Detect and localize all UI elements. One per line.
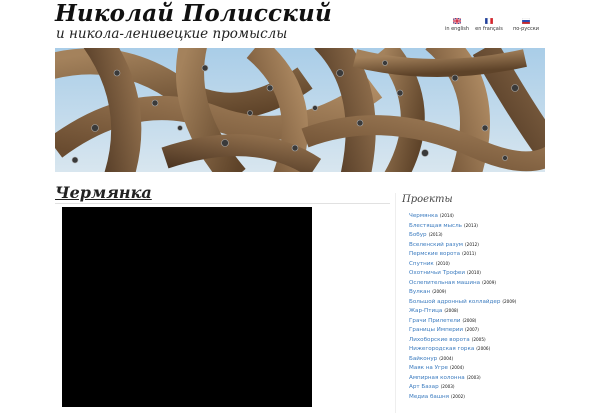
list-item: Лихоборские ворота (2005) — [409, 331, 516, 343]
list-item: Вселенский разум (2012) — [409, 236, 516, 248]
lang-russian-link[interactable]: по-русски — [505, 18, 547, 32]
wooden-sculpture-photo — [55, 48, 545, 172]
project-year: (2011) — [462, 251, 477, 256]
site-title[interactable]: Николай Полисский — [55, 0, 332, 27]
video-player[interactable] — [62, 207, 312, 407]
list-item: Грачи Прилетели (2008) — [409, 312, 516, 324]
list-item: Чермянка (2014) — [409, 207, 516, 219]
list-item: Ампирная колонна (2003) — [409, 369, 516, 381]
project-link[interactable]: Медиа башня — [409, 394, 449, 400]
title-divider — [55, 203, 390, 204]
site-subtitle: и никола-ленивецкие промыслы — [56, 26, 288, 42]
lang-french-label[interactable]: en français — [468, 26, 510, 32]
project-year: (2006) — [476, 346, 491, 351]
list-item: Медиа башня (2002) — [409, 388, 516, 400]
projects-sidebar: Проекты Чермянка (2014) Блестящая мысль (20… — [395, 193, 546, 413]
project-year: (2009) — [502, 298, 517, 304]
list-item: Маяк на Угре (2004) — [409, 359, 516, 371]
list-item: Бобур (2013) — [409, 226, 516, 238]
project-year: (2013) — [463, 222, 478, 228]
project-year: (2009) — [482, 279, 497, 285]
list-item: Большой адронный коллайдер (2009) — [409, 293, 517, 305]
list-item: Границы Империи (2007) — [409, 321, 516, 333]
list-item: Пермские ворота (2011) — [409, 245, 516, 257]
list-item: Ослепительная машина (2009) — [409, 274, 516, 286]
flag-fr-icon — [485, 18, 493, 24]
flag-uk-icon — [453, 18, 461, 24]
list-item: Охотничьи Трофеи (2010) — [409, 264, 516, 276]
project-year: (2003) — [466, 374, 481, 380]
flag-ru-icon — [522, 18, 530, 24]
language-switcher: in english en français по-русски — [436, 18, 546, 34]
project-year: (2002) — [451, 393, 465, 399]
page-title[interactable]: Чермянка — [55, 183, 152, 202]
sidebar-title: Проекты — [402, 194, 453, 205]
list-item: Нижегородская горка (2006) — [409, 340, 516, 352]
header-banner-image — [55, 48, 545, 172]
lang-french-link[interactable]: en français — [468, 18, 510, 32]
list-item: Блестящая мысль (2013) — [409, 217, 516, 229]
lang-russian-label[interactable]: по-русски — [505, 26, 547, 32]
projects-list: Чермянка (2014) Блестящая мысль (2013) Бобур… — [409, 207, 517, 400]
